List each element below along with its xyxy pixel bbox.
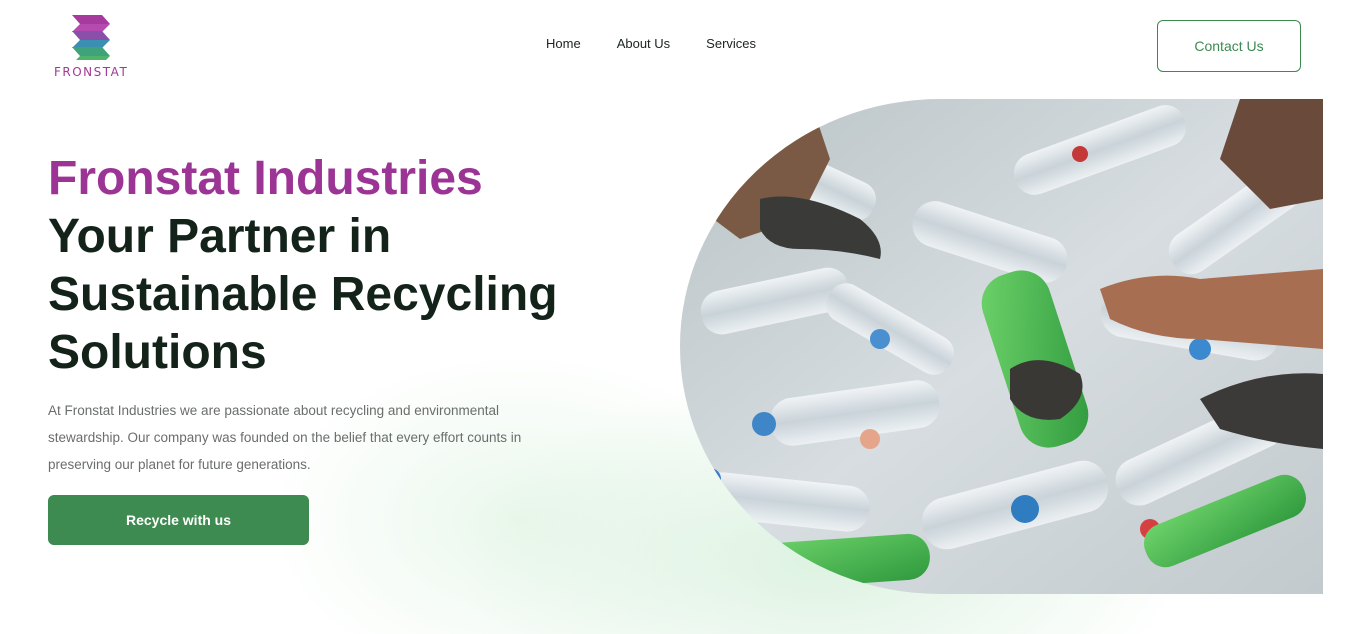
hero-title: Fronstat Industries <box>48 152 483 205</box>
hero-heading: Fronstat Industries Your Partner in Sust… <box>48 150 648 382</box>
logo-text: FRONSTAT <box>54 65 129 79</box>
contact-us-button[interactable]: Contact Us <box>1157 20 1301 72</box>
hero-tagline: Your Partner in Sustainable Recycling So… <box>48 210 558 379</box>
nav-services[interactable]: Services <box>706 36 756 51</box>
logo-icon <box>72 15 110 60</box>
hero-description: At Fronstat Industries we are passionate… <box>48 403 522 472</box>
nav-about-us[interactable]: About Us <box>617 36 670 51</box>
main-nav: Home About Us Services <box>546 36 756 51</box>
nav-home[interactable]: Home <box>546 36 581 51</box>
logo[interactable]: FRONSTAT <box>54 12 130 79</box>
hero-image-recycling-bottles <box>680 99 1323 594</box>
recycle-with-us-button[interactable]: Recycle with us <box>48 495 309 545</box>
